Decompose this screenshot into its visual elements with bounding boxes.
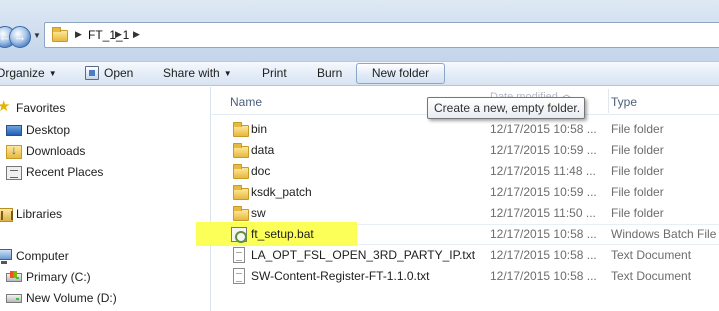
nav-libraries[interactable]: Libraries [0, 206, 100, 224]
nav-item-downloads[interactable]: Downloads [0, 143, 100, 161]
file-name: ft_setup.bat [251, 227, 314, 241]
file-date: 12/17/2015 10:58 ... [490, 227, 597, 241]
file-date: 12/17/2015 10:58 ... [490, 248, 597, 262]
file-row[interactable]: data 12/17/2015 10:59 ... File folder [212, 140, 719, 161]
nav-item-primary-c[interactable]: Primary (C:) [0, 269, 120, 287]
nav-computer[interactable]: Computer [0, 248, 100, 266]
file-date: 12/17/2015 10:58 ... [490, 122, 597, 136]
nav-item-desktop[interactable]: Desktop [0, 122, 100, 140]
file-name: ksdk_patch [251, 185, 312, 199]
file-date: 12/17/2015 11:48 ... [490, 164, 596, 178]
star-icon: ★ [0, 98, 11, 115]
command-toolbar: Organize ▼ Open Share with ▼ Print Burn Ne… [0, 62, 719, 86]
folder-icon [233, 164, 249, 179]
file-row[interactable]: LA_OPT_FSL_OPEN_3RD_PARTY_IP.txt 12/17/2… [212, 245, 719, 266]
file-name: data [251, 143, 275, 157]
text-file-icon [233, 247, 245, 263]
print-button[interactable]: Print [262, 66, 287, 82]
burn-button[interactable]: Burn [317, 66, 342, 82]
address-bar-area: ← → ▼ ▶ ▶ FT_1_1 ▶ [0, 0, 719, 62]
file-date: 12/17/2015 11:50 ... [490, 206, 596, 220]
windows-logo-icon [10, 271, 17, 278]
chevron-down-icon: ▼ [223, 69, 232, 78]
address-field[interactable]: ▶ ▶ FT_1_1 ▶ [44, 22, 719, 48]
file-name: sw [251, 206, 266, 220]
file-name: bin [251, 122, 268, 136]
file-row[interactable]: SW-Content-Register-FT-1.1.0.txt 12/17/2… [212, 266, 719, 287]
breadcrumb-separator-icon[interactable]: ▶ [133, 29, 140, 40]
file-date: 12/17/2015 10:58 ... [490, 269, 597, 283]
forward-button[interactable]: → [9, 26, 31, 48]
folder-icon [233, 143, 249, 158]
organize-button[interactable]: Organize ▼ [0, 66, 57, 82]
file-date: 12/17/2015 10:59 ... [490, 185, 597, 199]
file-type: File folder [611, 122, 664, 136]
folder-icon [233, 185, 249, 200]
file-type: File folder [611, 143, 664, 157]
new-folder-button[interactable]: New folder [356, 63, 445, 84]
downloads-icon [6, 143, 22, 159]
file-type: File folder [611, 185, 664, 199]
file-list: bin 12/17/2015 10:58 ... File folder dat… [196, 119, 719, 291]
file-name: SW-Content-Register-FT-1.1.0.txt [251, 269, 430, 283]
file-row[interactable]: doc 12/17/2015 11:48 ... File folder [212, 161, 719, 182]
open-icon [85, 66, 99, 80]
file-row[interactable]: sw 12/17/2015 11:50 ... File folder [212, 203, 719, 224]
drive-icon [6, 294, 22, 303]
file-row-highlighted[interactable]: ft_setup.bat 12/17/2015 10:58 ... Window… [196, 222, 719, 246]
forward-arrow-icon: → [13, 29, 27, 44]
file-type: Windows Batch File [611, 227, 717, 241]
desktop-icon [6, 125, 22, 136]
breadcrumb-separator-icon[interactable]: ▶ [75, 29, 82, 40]
batch-file-icon [231, 227, 247, 243]
file-name: LA_OPT_FSL_OPEN_3RD_PARTY_IP.txt [251, 248, 476, 262]
libraries-icon [0, 208, 13, 222]
recent-pages-dropdown[interactable]: ▼ [33, 31, 42, 41]
breadcrumb-item[interactable]: FT_1_1 [88, 28, 129, 42]
file-row[interactable]: ksdk_patch 12/17/2015 10:59 ... File fol… [212, 182, 719, 203]
column-header-type[interactable]: Type [611, 95, 637, 109]
nav-item-new-volume-d[interactable]: New Volume (D:) [0, 290, 140, 308]
navigation-pane: ★ Favorites Desktop Downloads Recent Pla… [0, 87, 211, 311]
folder-icon [233, 122, 249, 137]
chevron-down-icon: ▼ [48, 69, 57, 78]
file-type: File folder [611, 206, 664, 220]
file-date: 12/17/2015 10:59 ... [490, 143, 597, 157]
column-header-name[interactable]: Name [230, 95, 262, 109]
drive-icon [6, 271, 22, 282]
computer-icon [0, 249, 12, 264]
text-file-icon [233, 268, 245, 284]
file-type: Text Document [611, 248, 692, 262]
chevron-down-icon: ▼ [33, 31, 41, 40]
recent-places-icon [6, 166, 22, 180]
folder-icon [52, 27, 68, 42]
column-separator[interactable] [608, 89, 609, 113]
new-folder-tooltip: Create a new, empty folder. [427, 97, 585, 119]
nav-item-recent-places[interactable]: Recent Places [0, 164, 120, 182]
file-name: doc [251, 164, 271, 178]
open-button[interactable]: Open [104, 66, 133, 82]
share-with-button[interactable]: Share with ▼ [163, 66, 232, 82]
file-type: File folder [611, 164, 664, 178]
file-row[interactable]: bin 12/17/2015 10:58 ... File folder [212, 119, 719, 140]
folder-icon [233, 206, 249, 221]
file-type: Text Document [611, 269, 692, 283]
